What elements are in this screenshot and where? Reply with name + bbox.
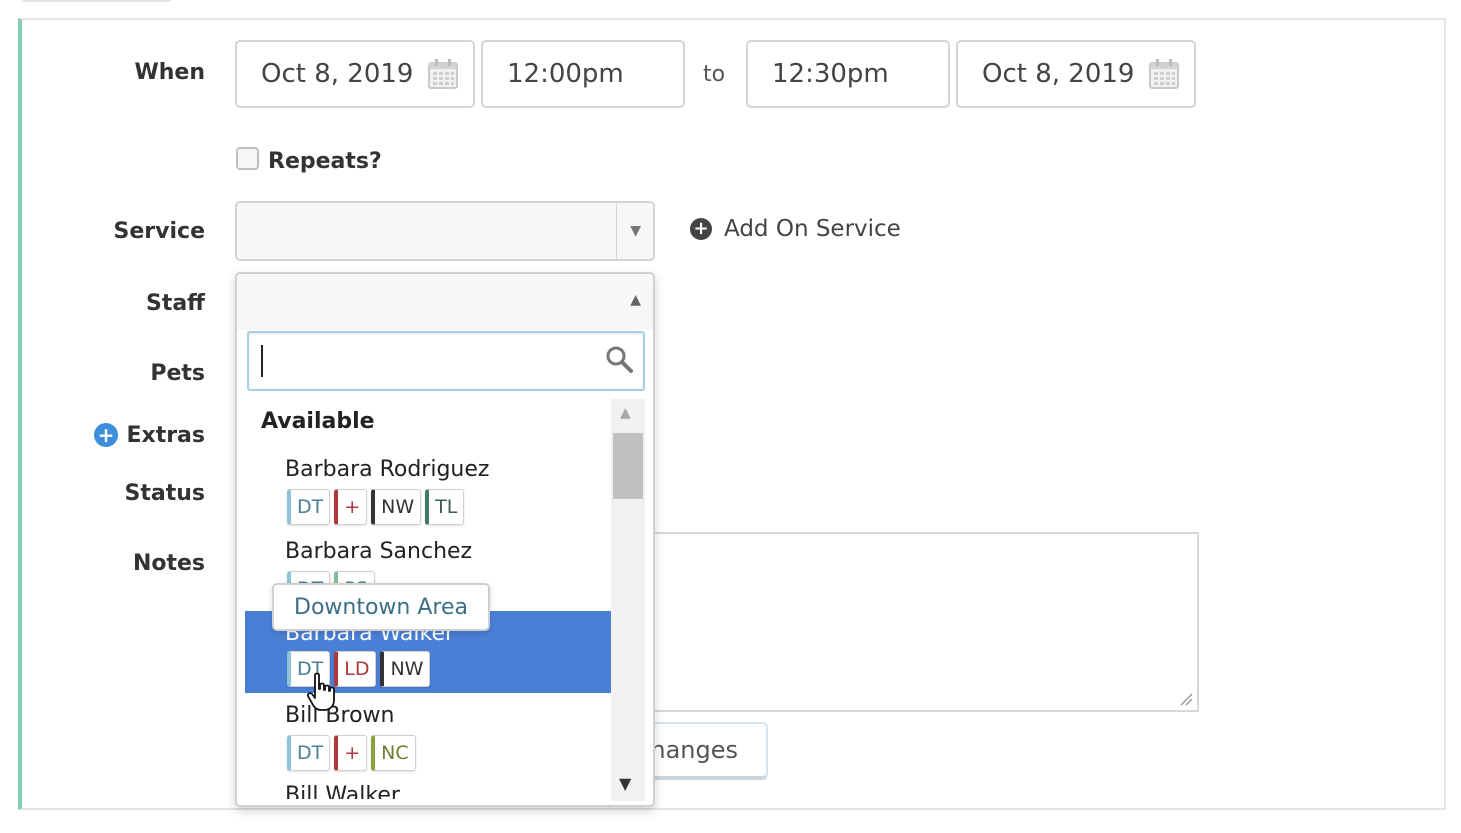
area-tooltip: Downtown Area [272,583,490,631]
search-icon [606,346,633,373]
notes-label: Notes [132,551,205,576]
extras-label[interactable]: Extras [126,423,205,448]
staff-label: Staff [145,291,205,316]
staff-select-header[interactable]: ▲ [237,274,653,330]
select-divider [616,203,617,259]
when-label: When [134,60,205,85]
repeats-label[interactable]: Repeats? [268,149,382,174]
start-date-field[interactable]: Oct 8, 2019 [235,40,475,108]
area-tag[interactable]: NW [371,489,422,525]
staff-option[interactable]: Bill Walker [245,777,611,799]
start-time-field[interactable]: 12:00pm [481,40,685,108]
area-tag[interactable]: NW [380,651,431,687]
service-select[interactable]: ▼ [235,201,655,261]
add-extras-icon[interactable]: + [94,423,118,447]
pets-label: Pets [150,361,205,386]
area-tag[interactable]: LD [334,651,377,687]
staff-option-name: Barbara Sanchez [285,539,473,564]
notes-textarea[interactable] [650,532,1199,712]
staff-select-dropdown[interactable]: ▲ Available Barbara Rodriguez DT + NW TL… [235,272,655,807]
area-tag[interactable]: DT [287,735,331,771]
area-tag[interactable]: + [334,735,368,771]
area-tag[interactable]: TL [425,489,465,525]
add-on-service-link[interactable]: + Add On Service [690,216,901,242]
chevron-down-icon[interactable]: ▼ [630,223,641,239]
status-label: Status [124,481,205,506]
area-tag[interactable]: DT [287,489,331,525]
end-time-field[interactable]: 12:30pm [746,40,950,108]
chevron-up-icon[interactable]: ▲ [630,292,641,308]
staff-option-name: Bill Walker [285,783,400,799]
scroll-down-arrow-icon[interactable]: ▼ [619,774,631,793]
dropdown-scrollbar[interactable]: ▲ ▼ [611,399,645,801]
area-tag[interactable]: + [334,489,368,525]
staff-search-input[interactable] [259,341,599,381]
end-date-field[interactable]: Oct 8, 2019 [956,40,1196,108]
start-date-value: Oct 8, 2019 [261,59,414,89]
repeats-checkbox[interactable] [236,147,259,170]
plus-circle-icon: + [690,218,712,240]
staff-option-name: Barbara Rodriguez [285,457,490,482]
staff-option[interactable]: Barbara Rodriguez DT + NW TL [245,451,611,533]
area-tag[interactable]: NC [371,735,416,771]
to-label: to [703,62,726,87]
service-label: Service [113,219,205,244]
scroll-up-arrow-icon[interactable]: ▲ [620,405,631,421]
staff-option[interactable]: Bill Brown DT + NC [245,697,611,779]
end-date-value: Oct 8, 2019 [982,59,1135,89]
text-cursor [261,345,263,377]
calendar-icon[interactable] [1148,58,1180,90]
scrollbar-thumb[interactable] [613,433,643,499]
start-time-value: 12:00pm [507,59,624,89]
end-time-value: 12:30pm [772,59,889,89]
add-on-service-label: Add On Service [724,216,901,242]
hand-cursor-icon [306,672,335,711]
top-tab-edge [20,0,173,2]
group-label-available: Available [261,409,375,434]
staff-search-box[interactable] [247,331,645,391]
calendar-icon[interactable] [427,58,459,90]
resize-handle-icon[interactable] [1179,692,1193,706]
